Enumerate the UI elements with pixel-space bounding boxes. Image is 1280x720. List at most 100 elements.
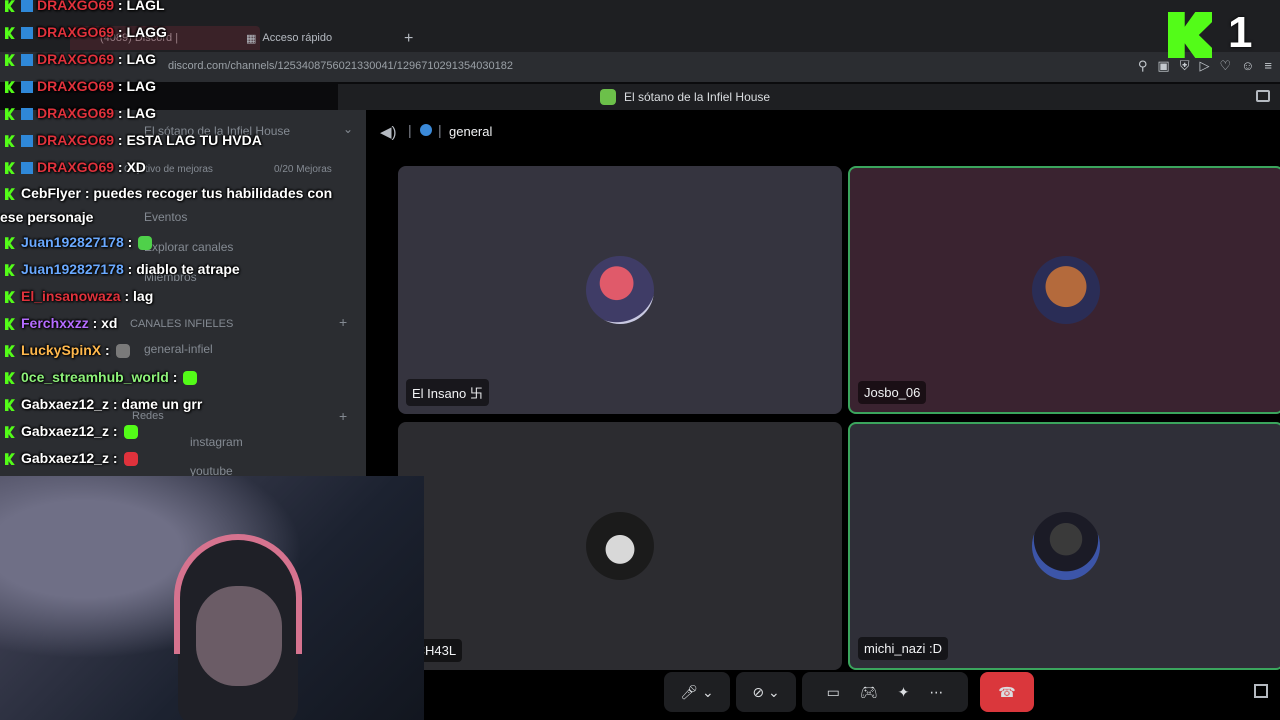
chat-message: Gabxaez12_z : [0,445,340,472]
add-channel-icon-2[interactable]: + [339,408,347,424]
chat-message: Juan192827178 : diablo te atrape [0,256,340,283]
profile-icon[interactable]: ☺ [1241,58,1254,74]
server-icon [600,89,616,105]
emote-icon [123,452,138,467]
inbox-icon[interactable] [1256,90,1270,102]
participant-tile-speaking[interactable]: Josbo_06 [848,166,1280,414]
chat-username: Juan192827178 [21,261,124,277]
kick-badge-icon [5,188,15,201]
avatar [586,512,654,580]
platform-badge-icon [21,0,33,13]
chevron-down-icon[interactable]: ⌄ [343,122,353,136]
globe-icon [420,124,432,136]
chat-text: : LAGL [117,0,165,13]
heart-icon[interactable]: ♡ [1219,58,1231,74]
platform-badge-icon [21,108,33,121]
chat-message: LuckySpinX : [0,337,340,364]
add-channel-icon[interactable]: + [339,314,347,330]
more-icon[interactable]: ⋯ [929,684,943,701]
kick-badge-icon [5,27,15,40]
chat-username: DRAXGO69 [37,0,115,13]
chat-username: El_insanowaza [21,288,121,304]
chat-text: : lag [124,288,154,304]
microphone-button[interactable]: 🎤︎ ⌄ [664,672,730,712]
chat-text: : XD [117,159,146,175]
screen-share-icon[interactable]: ▭ [827,684,840,701]
chat-message: DRAXGO69 : LAG [0,46,340,73]
avatar [1032,256,1100,324]
activities-icon[interactable]: 🎮︎ [860,684,878,701]
browser-toolbar: ⚲ ▣ ⛨ ▷ ♡ ☺ ≡ [1138,58,1272,74]
avatar [586,256,654,324]
chat-username: Gabxaez12_z [21,423,109,439]
chat-text: : [105,342,110,358]
chat-username: 0ce_streamhub_world [21,369,169,385]
avatar [1032,512,1100,580]
chat-message: DRAXGO69 : LAG [0,73,340,100]
kick-badge-icon [5,345,15,358]
chat-username: Gabxaez12_z [21,450,109,466]
divider: | [408,122,412,138]
chat-message: DRAXGO69 : XD [0,154,340,181]
chat-username: Gabxaez12_z [21,396,109,412]
chat-username: Ferchxxzz [21,315,89,331]
soundboard-icon[interactable]: ✦ [898,684,910,701]
shield-icon[interactable]: ⛨ [1180,58,1190,74]
chat-username: LuckySpinX [21,342,102,358]
speaker-icon: ◀) [380,124,397,141]
kick-badge-icon [5,0,15,13]
activity-buttons: ▭ 🎮︎ ✦ ⋯ [802,672,968,712]
emote-icon [123,425,138,440]
menu-icon[interactable]: ≡ [1264,58,1272,74]
emote-icon [138,236,153,251]
platform-badge-icon [21,54,33,67]
platform-badge-icon [21,81,33,94]
play-icon[interactable]: ▷ [1199,58,1209,74]
voice-header: ◀) | | general [366,110,1280,154]
kick-badge-icon [5,318,15,331]
disconnect-button[interactable]: ☎ [980,672,1034,712]
kick-badge-icon [5,135,15,148]
chat-message: DRAXGO69 : ESTA LAG TU HVDA [0,127,340,154]
kick-badge-icon [5,54,15,67]
emote-icon [115,344,130,359]
screenshot-icon[interactable]: ▣ [1157,58,1169,74]
microphone-icon: 🎤︎ [680,683,699,700]
chat-text: : xd [92,315,118,331]
chat-message: Gabxaez12_z : dame un grr [0,391,340,418]
participant-tile[interactable]: ICH43L [398,422,842,670]
chat-text: : ESTA LAG TU HVDA [117,132,262,148]
emote-icon [183,371,198,386]
chat-username: DRAXGO69 [37,78,115,94]
kick-badge-icon [5,162,15,175]
pin-icon[interactable]: ⚲ [1138,58,1148,74]
chat-text: : LAGG [117,24,167,40]
chat-text: : [127,234,133,250]
chat-message: 0ce_streamhub_world : [0,364,340,391]
kick-badge-icon [5,399,15,412]
participant-tile-speaking[interactable]: michi_nazi :D [848,422,1280,670]
chevron-down-icon[interactable]: ⌄ [702,684,714,701]
chat-username: DRAXGO69 [37,24,115,40]
participant-name: Josbo_06 [858,381,927,404]
chat-message: DRAXGO69 : LAG [0,100,340,127]
chat-username: DRAXGO69 [37,132,115,148]
kick-badge-icon [5,81,15,94]
participant-tile[interactable]: El Insano 卐 [398,166,842,414]
chat-text: : dame un grr [112,396,203,412]
voice-call-area: ◀) | | general El Insano 卐 Josbo_06 ICH4… [366,110,1280,720]
chevron-down-icon[interactable]: ⌄ [768,684,780,701]
chat-username: DRAXGO69 [37,51,115,67]
platform-badge-icon [21,162,33,175]
chat-username: DRAXGO69 [37,159,115,175]
participant-name: michi_nazi :D [858,637,949,660]
kick-badge-icon [5,372,15,385]
call-controls: 🎤︎ ⌄ ⊘ ⌄ ▭ 🎮︎ ✦ ⋯ ☎ [664,672,1034,712]
camera-button[interactable]: ⊘ ⌄ [736,672,796,712]
chat-message: Juan192827178 : [0,229,340,256]
popout-icon[interactable] [1254,684,1268,698]
new-tab-icon[interactable]: + [404,30,413,48]
chat-username: DRAXGO69 [37,105,115,121]
chat-message: CebFlyer : puedes recoger tus habilidade… [0,181,340,229]
chat-username: CebFlyer [21,185,81,201]
